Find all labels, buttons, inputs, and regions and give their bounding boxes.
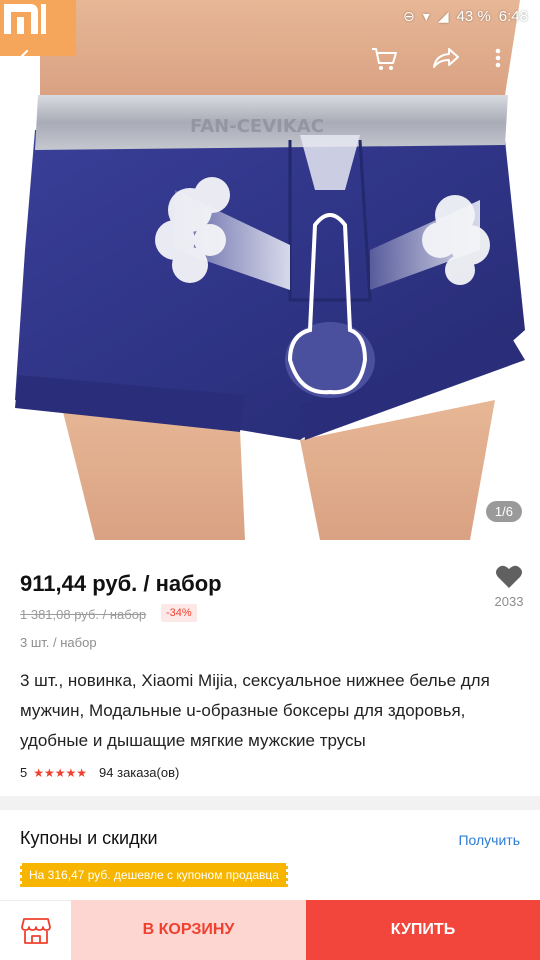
product-info-card: 911,44 руб. / набор 1 381,08 руб. / набо… (0, 540, 540, 796)
status-bar: ⊖ ▾ ◢ 43 % 6:48 (0, 0, 540, 32)
add-to-cart-button[interactable]: В КОРЗИНУ (71, 900, 306, 960)
store-button[interactable] (0, 900, 71, 960)
signal-icon: ◢ (437, 8, 449, 24)
wishlist-count: 2033 (494, 594, 524, 609)
coupons-title: Купоны и скидки (20, 828, 158, 848)
arrow-left-icon (18, 49, 38, 67)
rating-row[interactable]: 5 ★★★★★ 94 заказа(ов) (20, 765, 179, 780)
more-button[interactable] (494, 46, 528, 80)
rating-stars-icon: ★★★★★ (33, 765, 88, 780)
share-icon (433, 48, 459, 68)
more-vertical-icon (495, 48, 501, 68)
image-counter: 1/6 (485, 501, 522, 522)
wishlist-button[interactable]: 2033 (490, 564, 528, 609)
price: 911,44 руб. / набор (20, 571, 222, 596)
coupons-section: Купоны и скидки Получить На 316,47 руб. … (0, 810, 540, 900)
discount-badge: -34% (161, 604, 197, 622)
image-toolbar (0, 40, 540, 86)
share-button[interactable] (432, 46, 466, 80)
mi-logo-icon (4, 4, 46, 34)
rating-value: 5 (20, 765, 28, 780)
back-button[interactable] (16, 46, 50, 80)
dnd-icon: ⊖ (403, 8, 415, 24)
orders-count: 94 заказа(ов) (99, 765, 180, 780)
get-coupon-link[interactable]: Получить (458, 832, 520, 848)
clock: 6:48 (498, 7, 528, 25)
buy-now-button[interactable]: КУПИТЬ (306, 900, 540, 960)
product-title: 3 шт., новинка, Xiaomi Mijia, сексуально… (20, 671, 490, 750)
heart-icon (496, 565, 522, 588)
svg-text:FAN-CEVIKAC: FAN-CEVIKAC (190, 116, 324, 137)
wifi-icon: ▾ (422, 8, 430, 24)
seller-coupon-tag[interactable]: На 316,47 руб. дешевле с купоном продавц… (18, 863, 290, 887)
battery-level: 43 % (456, 7, 491, 25)
old-price: 1 381,08 руб. / набор (20, 607, 147, 622)
cart-button[interactable] (370, 46, 404, 80)
store-icon (20, 917, 51, 944)
bottom-action-bar: В КОРЗИНУ КУПИТЬ (0, 900, 540, 960)
cart-icon (372, 48, 397, 70)
product-image-gallery[interactable]: FAN-CEVIKAC ⊖ ▾ ◢ 43 % 6:48 1/6 (0, 0, 540, 540)
product-screen: FAN-CEVIKAC ⊖ ▾ ◢ 43 % 6:48 1/6 911,44 р… (0, 0, 540, 960)
pack-size: 3 шт. / набор (20, 635, 97, 650)
